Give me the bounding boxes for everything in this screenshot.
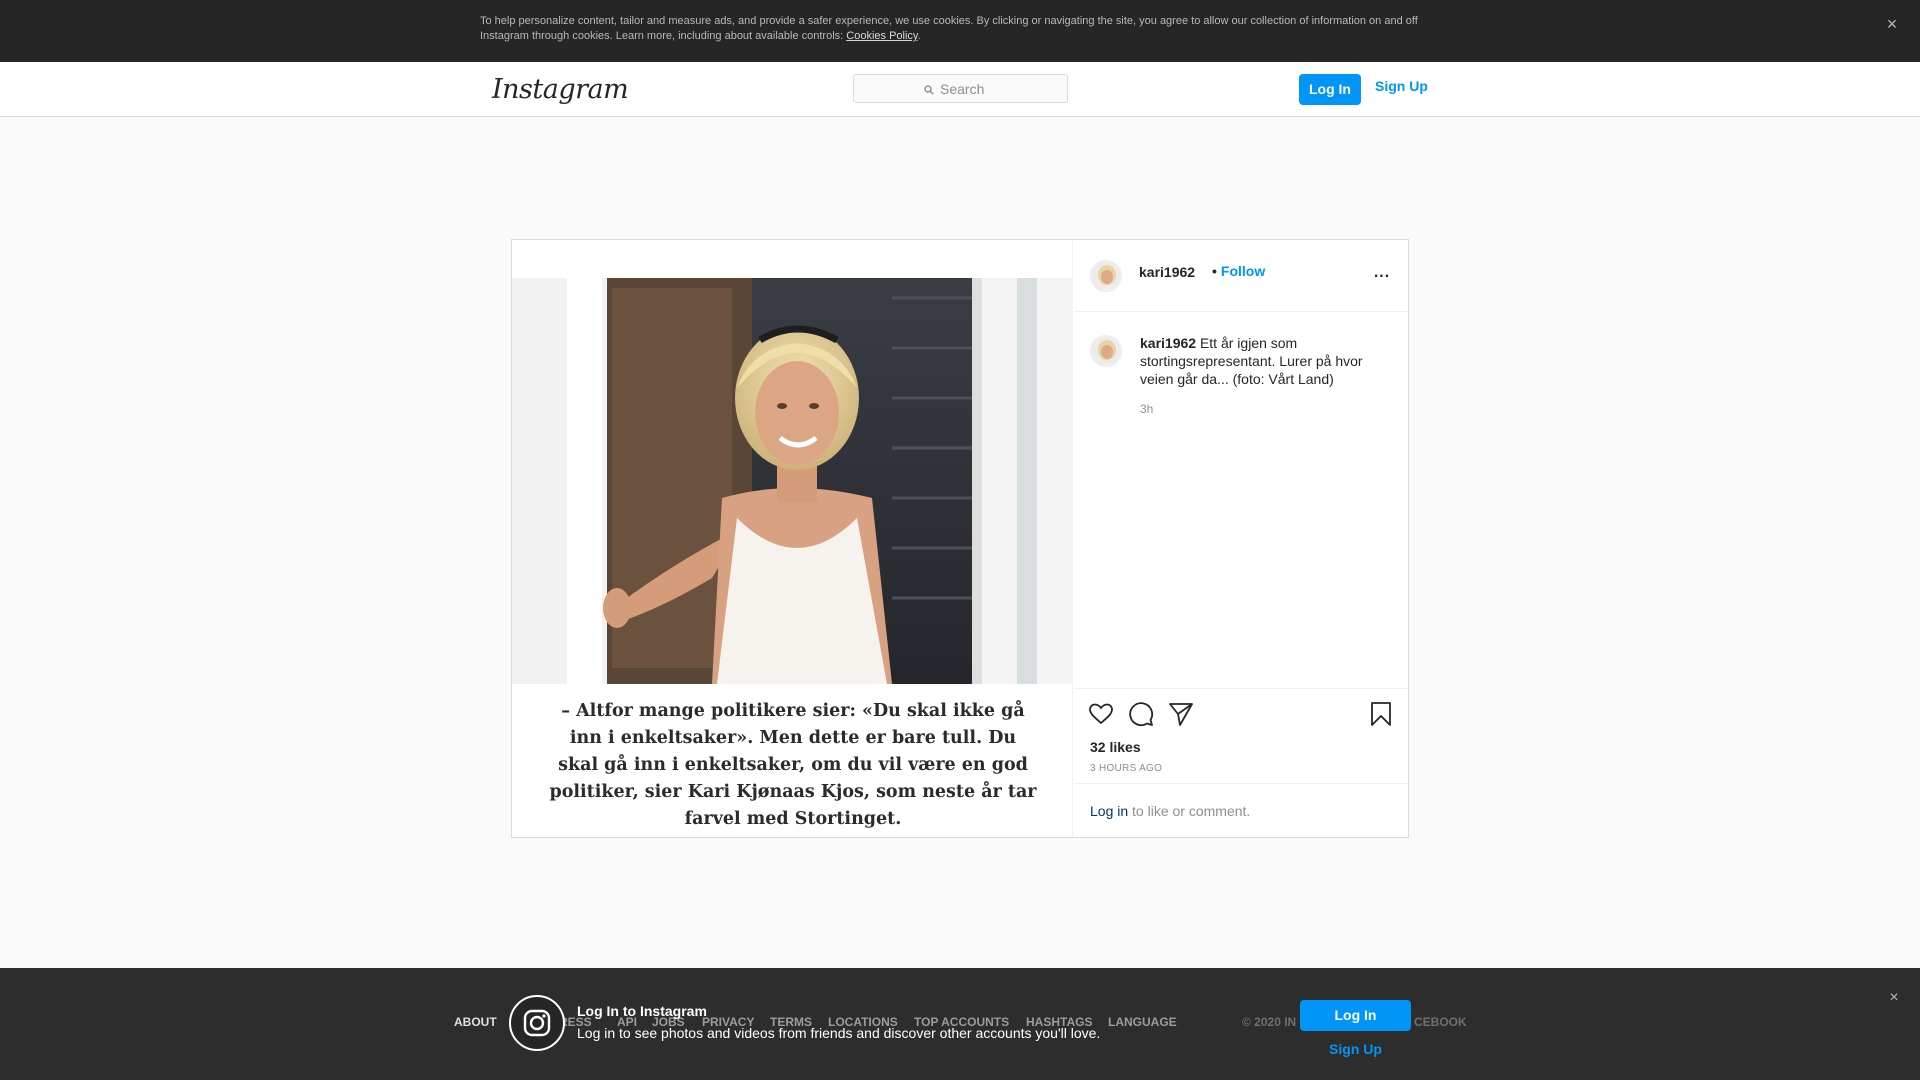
comment-bar: Log in to like or comment. [1074, 783, 1408, 839]
follow-separator: • [1212, 263, 1217, 279]
top-nav: Instagram Search Log In Sign Up [0, 62, 1920, 117]
cookie-close-icon[interactable]: × [1882, 14, 1902, 34]
post-card: – Altfor mange politikere sier: «Du skal… [511, 239, 1409, 838]
avatar-image [1091, 261, 1121, 291]
bookmark-icon[interactable] [1368, 701, 1394, 727]
avatar[interactable] [1090, 260, 1122, 292]
comment-login-link[interactable]: Log in [1090, 803, 1128, 819]
post-sidebar: kari1962 • Follow ... kari1962 Ett år igj… [1074, 240, 1408, 837]
post-media: – Altfor mange politikere sier: «Du skal… [512, 240, 1073, 837]
banner-title: Log In to Instagram [577, 1003, 707, 1019]
caption-avatar-image [1091, 336, 1121, 366]
banner-signup-link[interactable]: Sign Up [1300, 1041, 1411, 1057]
search-placeholder: Search [940, 81, 985, 97]
comment-prompt: Log in to like or comment. [1090, 803, 1250, 819]
cookie-message: To help personalize content, tailor and … [480, 15, 1418, 42]
footer-link-language[interactable]: LANGUAGE [1108, 1015, 1177, 1029]
post-actions: 32 likes 3 HOURS AGO Log in to like or c… [1074, 688, 1408, 838]
footer-copyright-left: © 2020 IN [1242, 1015, 1297, 1029]
share-icon[interactable] [1168, 701, 1194, 727]
banner-login-button[interactable]: Log In [1300, 1000, 1411, 1031]
footer-copyright-right: CEBOOK [1414, 1015, 1467, 1029]
search-icon [924, 85, 934, 95]
comment-icon[interactable] [1128, 701, 1154, 727]
instagram-logo[interactable]: Instagram [492, 74, 629, 105]
image-quote-text: – Altfor mange politikere sier: «Du skal… [549, 701, 1037, 829]
footer-link-about[interactable]: ABOUT [454, 1015, 497, 1029]
instagram-glyph-icon [509, 995, 565, 1051]
caption-avatar[interactable] [1090, 335, 1122, 367]
post-header: kari1962 • Follow ... [1074, 240, 1408, 312]
follow-label: Follow [1220, 263, 1266, 279]
post-photo-image [512, 278, 1073, 684]
login-button[interactable]: Log In [1299, 74, 1361, 105]
heart-icon[interactable] [1088, 701, 1114, 727]
more-options-icon[interactable]: ... [1370, 264, 1394, 281]
post-caption: kari1962 Ett år igjen som stortingsrepre… [1140, 334, 1390, 388]
post-username[interactable]: kari1962 [1139, 264, 1195, 280]
search-input[interactable]: Search [853, 74, 1068, 103]
cookie-text: To help personalize content, tailor and … [480, 15, 1418, 42]
banner-subtitle: Log in to see photos and videos from fri… [577, 1025, 1101, 1041]
likes-count[interactable]: 32 likes [1090, 739, 1141, 755]
post-photo[interactable] [512, 278, 1073, 684]
comment-prompt-rest: to like or comment. [1128, 803, 1251, 819]
cookies-policy-link[interactable]: Cookies Policy [846, 30, 917, 42]
post-timestamp: 3 HOURS AGO [1090, 763, 1163, 774]
banner-close-icon[interactable]: × [1884, 988, 1904, 1008]
caption-timestamp[interactable]: 3h [1140, 402, 1153, 416]
camera-icon [523, 1009, 551, 1037]
cookie-banner: To help personalize content, tailor and … [0, 0, 1920, 62]
login-banner: ABOUT RESS API JOBS PRIVACY TERMS LOCATI… [0, 968, 1920, 1080]
signup-link[interactable]: Sign Up [1375, 78, 1428, 94]
follow-button[interactable]: • Follow [1212, 263, 1265, 279]
caption-username[interactable]: kari1962 [1140, 335, 1196, 351]
